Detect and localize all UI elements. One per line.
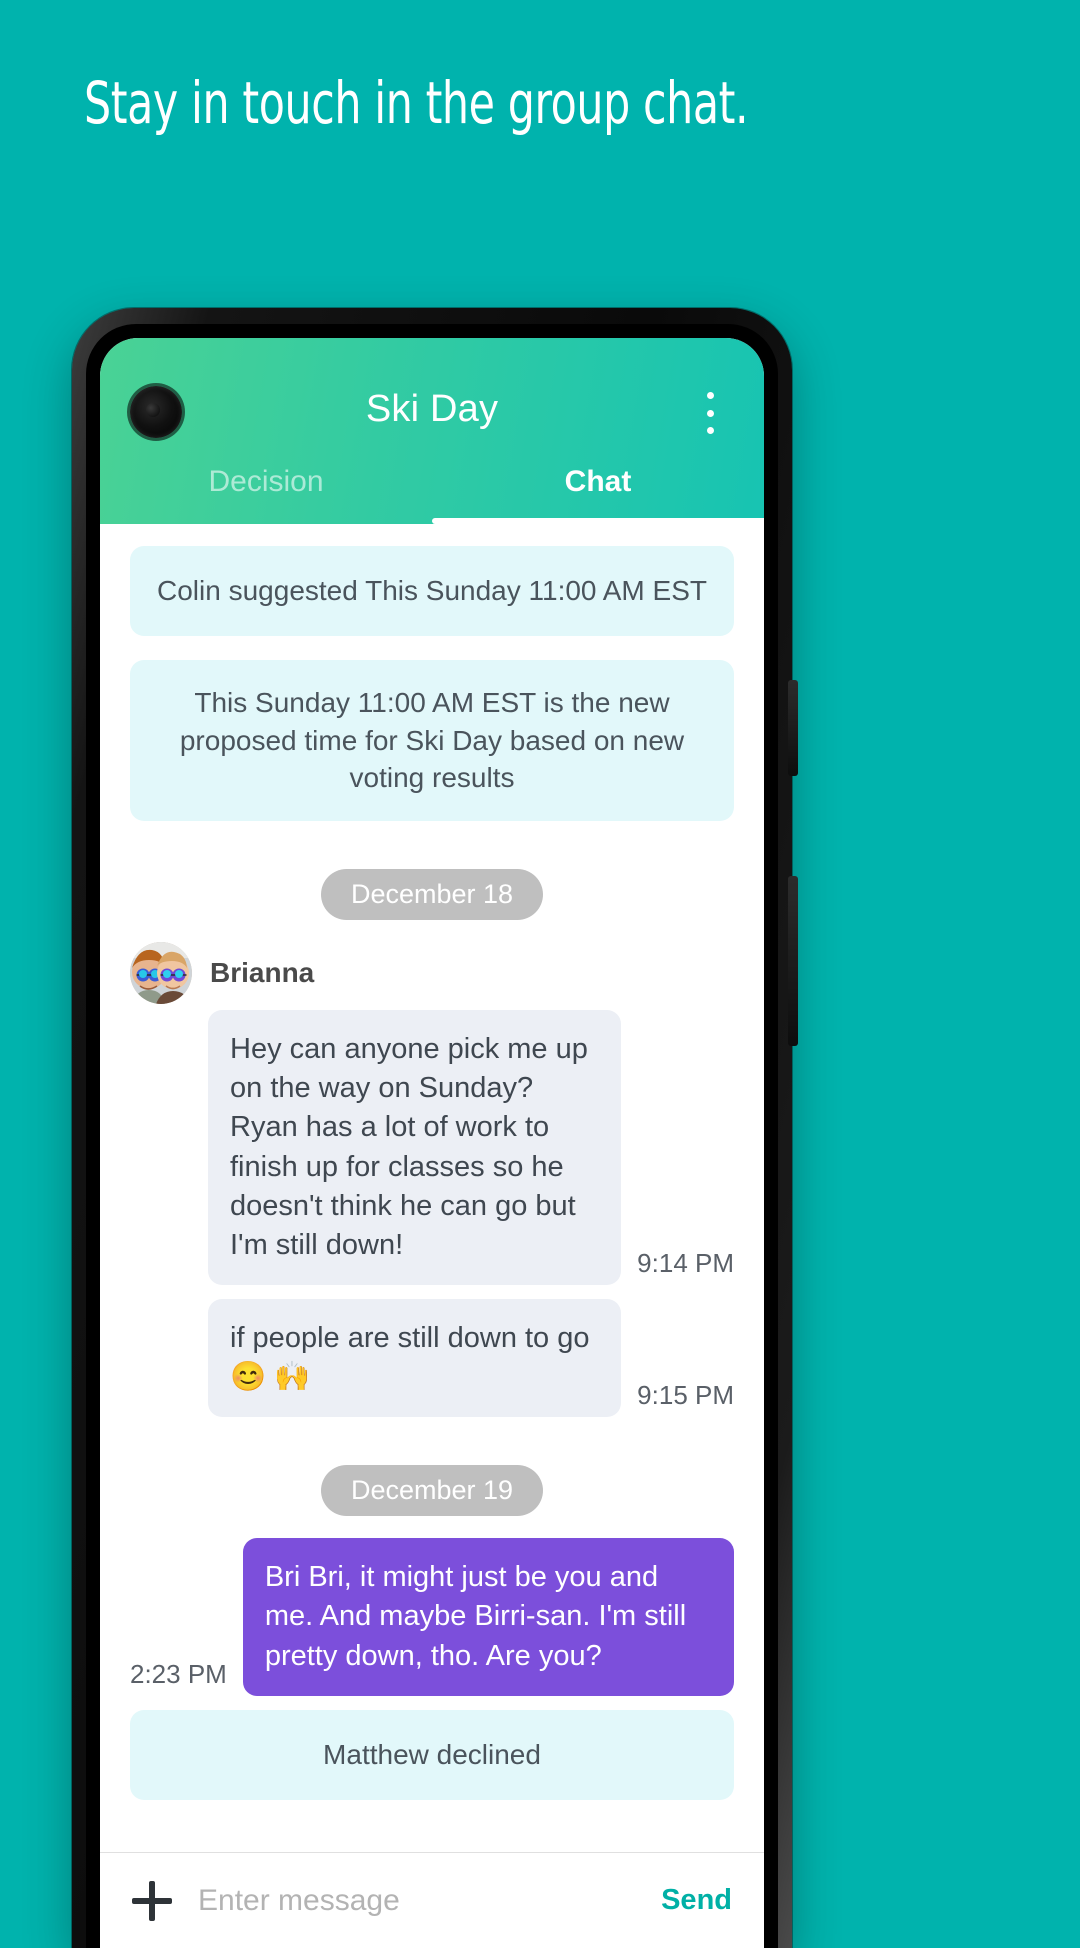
message-sender: Brianna bbox=[130, 942, 734, 1005]
message-bubble[interactable]: Bri Bri, it might just be you and me. An… bbox=[242, 1538, 734, 1696]
send-button[interactable]: Send bbox=[661, 1884, 732, 1917]
message-timestamp: 9:15 PM bbox=[637, 1380, 734, 1411]
message-timestamp: 2:23 PM bbox=[130, 1658, 227, 1689]
phone-side-button-power bbox=[788, 876, 798, 1046]
system-banner-new-time: This Sunday 11:00 AM EST is the new prop… bbox=[130, 659, 734, 822]
tab-decision[interactable]: Decision bbox=[100, 440, 432, 524]
phone-screen: Ski Day Decision Chat Colin suggested Th… bbox=[100, 338, 764, 1948]
message-input-bar: Send bbox=[100, 1852, 764, 1948]
tab-chat[interactable]: Chat bbox=[432, 440, 764, 524]
message-bubble[interactable]: Hey can anyone pick me up on the way on … bbox=[208, 1010, 622, 1286]
avatar bbox=[130, 942, 192, 1005]
plus-icon[interactable] bbox=[132, 1880, 172, 1921]
system-banner-declined: Matthew declined bbox=[130, 1709, 734, 1800]
page-title: Ski Day bbox=[365, 388, 499, 430]
menu-dot bbox=[706, 409, 714, 417]
message-row: if people are still down to go 😊 🙌 9:15 … bbox=[130, 1299, 734, 1418]
message-row: 2:23 PM Bri Bri, it might just be you an… bbox=[130, 1538, 734, 1696]
phone-side-button-volume bbox=[788, 680, 798, 776]
date-separator: December 18 bbox=[130, 869, 734, 921]
chat-message-list[interactable]: Colin suggested This Sunday 11:00 AM EST… bbox=[100, 524, 764, 1948]
system-banner-suggestion: Colin suggested This Sunday 11:00 AM EST bbox=[130, 546, 734, 636]
date-chip: December 18 bbox=[320, 869, 544, 921]
menu-dot bbox=[706, 392, 714, 399]
date-separator: December 19 bbox=[130, 1465, 734, 1517]
message-timestamp: 9:14 PM bbox=[637, 1248, 734, 1279]
promo-headline: Stay in touch in the group chat. bbox=[84, 69, 749, 137]
sender-name: Brianna bbox=[210, 957, 315, 989]
message-input[interactable] bbox=[198, 1883, 636, 1918]
date-chip: December 19 bbox=[320, 1465, 544, 1517]
phone-bezel: Ski Day Decision Chat Colin suggested Th… bbox=[86, 324, 778, 1948]
tab-bar: Decision Chat bbox=[100, 440, 764, 524]
app-header: Ski Day Decision Chat bbox=[100, 338, 764, 524]
menu-dot bbox=[706, 427, 714, 434]
overflow-menu-icon[interactable] bbox=[690, 386, 730, 440]
message-row: Hey can anyone pick me up on the way on … bbox=[130, 1010, 734, 1286]
message-bubble[interactable]: if people are still down to go 😊 🙌 bbox=[208, 1299, 622, 1418]
phone-mockup: Ski Day Decision Chat Colin suggested Th… bbox=[72, 308, 798, 1948]
